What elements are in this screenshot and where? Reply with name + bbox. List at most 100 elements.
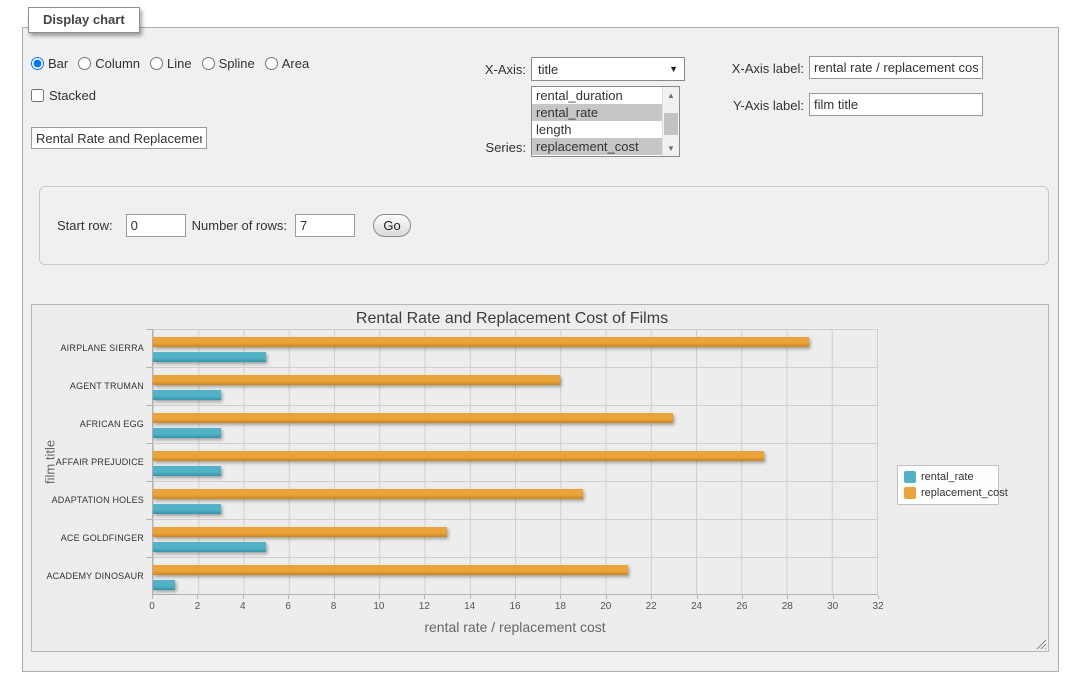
x-axis-tick (697, 595, 698, 599)
series-option-length[interactable]: length (532, 121, 662, 138)
x-axis-tick (334, 595, 335, 599)
legend-item-replacement_cost[interactable]: replacement_cost (904, 487, 992, 499)
bar-rental_rate (153, 390, 221, 400)
go-button[interactable]: Go (373, 214, 411, 237)
bar-replacement_cost (153, 337, 809, 347)
x-axis-tick (833, 595, 834, 599)
x-axis-select-label: X-Axis: (421, 62, 526, 77)
series-scrollbar[interactable]: ▲ ▼ (662, 87, 679, 156)
chart-type-option-bar[interactable]: Bar (31, 56, 68, 71)
start-row-label: Start row: (57, 218, 113, 233)
x-axis-select[interactable]: title ▼ (531, 57, 685, 81)
scrollbar-down-icon[interactable]: ▼ (663, 140, 679, 156)
bar-replacement_cost (153, 489, 583, 499)
x-axis-tick (424, 595, 425, 599)
x-axis-tick (152, 595, 153, 599)
x-axis-label-input[interactable] (809, 56, 983, 79)
x-axis-tick (787, 595, 788, 599)
stacked-checkbox[interactable] (31, 89, 44, 102)
legend-swatch-rental_rate (904, 471, 916, 483)
chart-type-option-column[interactable]: Column (78, 56, 140, 71)
chart-type-option-line[interactable]: Line (150, 56, 192, 71)
x-tick-label: 16 (509, 601, 520, 612)
chart-type-option-area[interactable]: Area (265, 56, 309, 71)
x-tick-label: 20 (600, 601, 611, 612)
start-row-input[interactable] (126, 214, 186, 237)
chart-legend: rental_rate replacement_cost (897, 465, 999, 505)
chevron-down-icon: ▼ (669, 64, 678, 74)
x-tick-label: 32 (872, 601, 883, 612)
scrollbar-track[interactable] (663, 103, 679, 140)
y-axis-tick (146, 329, 152, 330)
legend-item-rental_rate[interactable]: rental_rate (904, 471, 992, 483)
bar-rental_rate (153, 504, 221, 514)
y-axis-label-caption: Y-Axis label: (699, 98, 804, 113)
number-of-rows-label: Number of rows: (192, 218, 287, 233)
stacked-label: Stacked (49, 88, 96, 103)
series-list-label: Series: (421, 140, 526, 155)
y-category-label: AIRPLANE SIERRA (32, 329, 144, 367)
y-axis-tick (146, 443, 152, 444)
x-axis-tick (606, 595, 607, 599)
scrollbar-thumb[interactable] (664, 113, 678, 135)
chart-title: Rental Rate and Replacement Cost of Film… (32, 310, 992, 328)
y-axis-tick (146, 481, 152, 482)
number-of-rows-input[interactable] (295, 214, 355, 237)
chart-type-radio-column[interactable] (78, 57, 91, 70)
series-option-rental_rate[interactable]: rental_rate (532, 104, 662, 121)
chart-type-radio-area[interactable] (265, 57, 278, 70)
bar-replacement_cost (153, 375, 560, 385)
chart-type-radio-bar[interactable] (31, 57, 44, 70)
chart-panel: Rental Rate and Replacement Cost of Film… (31, 304, 1049, 652)
x-tick-label: 24 (691, 601, 702, 612)
y-axis-tick (146, 405, 152, 406)
legend-label: replacement_cost (921, 487, 1008, 499)
y-category-label: AFFAIR PREJUDICE (32, 443, 144, 481)
bar-replacement_cost (153, 527, 447, 537)
y-category-label: ADAPTATION HOLES (32, 481, 144, 519)
x-axis-tick (515, 595, 516, 599)
bar-replacement_cost (153, 565, 628, 575)
series-multiselect[interactable]: rental_durationrental_ratelengthreplacem… (531, 86, 680, 157)
row-controls-box: Start row: Number of rows: Go (39, 186, 1049, 265)
y-category-label: ACE GOLDFINGER (32, 519, 144, 557)
chart-title-input[interactable] (31, 127, 207, 149)
x-axis-tick (878, 595, 879, 599)
y-axis-tick (146, 557, 152, 558)
x-tick-label: 10 (373, 601, 384, 612)
resize-grip-icon[interactable] (1035, 638, 1046, 649)
chart-type-option-spline[interactable]: Spline (202, 56, 255, 71)
x-axis-label-caption: X-Axis label: (699, 61, 804, 76)
plot-area (152, 329, 878, 595)
x-axis-tick (560, 595, 561, 599)
y-category-label: AGENT TRUMAN (32, 367, 144, 405)
x-axis-tick (243, 595, 244, 599)
bar-rental_rate (153, 542, 266, 552)
stacked-checkbox-row[interactable]: Stacked (31, 88, 96, 103)
y-category-label: AFRICAN EGG (32, 405, 144, 443)
chart-type-radio-line[interactable] (150, 57, 163, 70)
scrollbar-up-icon[interactable]: ▲ (663, 87, 679, 103)
bar-rental_rate (153, 580, 175, 590)
x-tick-label: 2 (195, 601, 201, 612)
panel-title: Display chart (28, 7, 140, 33)
y-axis-categories: AIRPLANE SIERRAAGENT TRUMANAFRICAN EGGAF… (32, 329, 144, 595)
chart-type-label: Area (282, 56, 309, 71)
x-tick-label: 8 (331, 601, 337, 612)
chart-type-label: Column (95, 56, 140, 71)
series-option-rental_duration[interactable]: rental_duration (532, 87, 662, 104)
bar-rental_rate (153, 466, 221, 476)
series-option-replacement_cost[interactable]: replacement_cost (532, 138, 662, 155)
chart-type-radios: Bar Column Line Spline Area (31, 56, 309, 71)
page: Display chart Bar Column Line Spline Area St… (0, 0, 1081, 681)
chart-type-label: Line (167, 56, 192, 71)
x-tick-label: 6 (285, 601, 291, 612)
legend-label: rental_rate (921, 471, 974, 483)
chart-type-radio-spline[interactable] (202, 57, 215, 70)
x-tick-label: 18 (555, 601, 566, 612)
y-axis-label-input[interactable] (809, 93, 983, 116)
x-axis-tick (379, 595, 380, 599)
x-tick-label: 14 (464, 601, 475, 612)
y-axis-tick (146, 367, 152, 368)
x-tick-label: 12 (419, 601, 430, 612)
